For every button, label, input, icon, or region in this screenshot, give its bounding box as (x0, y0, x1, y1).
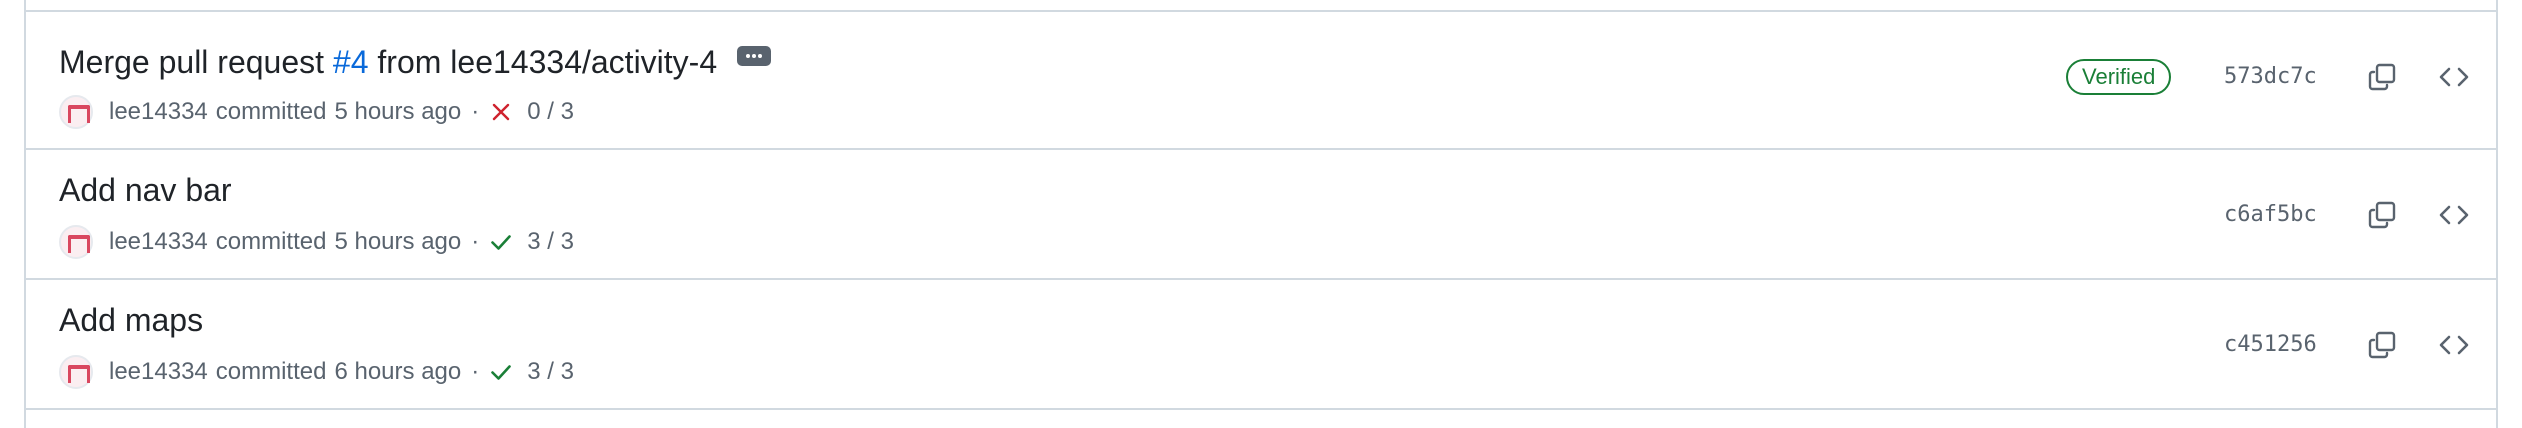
checks-count[interactable]: 0 / 3 (527, 98, 574, 126)
commit-meta: lee14334 committed 5 hours ago · 3 / 3 (59, 224, 574, 260)
commit-title-suffix[interactable]: from lee14334/activity-4 (369, 42, 717, 82)
code-icon (2439, 335, 2469, 355)
copy-sha-button[interactable] (2362, 57, 2402, 97)
commit-title-prefix[interactable]: Merge pull request (59, 42, 333, 82)
commit-title[interactable]: Add maps (59, 300, 203, 340)
commit-title[interactable]: Add nav bar (59, 170, 232, 210)
browse-files-button[interactable] (2434, 325, 2474, 365)
copy-icon (2368, 63, 2396, 91)
copy-sha-button[interactable] (2362, 195, 2402, 235)
author-link[interactable]: lee14334 (109, 228, 208, 256)
avatar[interactable] (59, 355, 93, 389)
checks-count[interactable]: 3 / 3 (527, 228, 574, 256)
commit-meta: lee14334 committed 6 hours ago · 3 / 3 (59, 354, 574, 390)
author-link[interactable]: lee14334 (109, 98, 208, 126)
commit-action: committed (215, 98, 327, 125)
pull-request-link[interactable]: #4 (333, 42, 369, 82)
verified-badge[interactable]: Verified (2066, 59, 2172, 95)
copy-icon (2368, 331, 2396, 359)
avatar[interactable] (59, 95, 93, 129)
commit-action: committed (215, 228, 327, 255)
commit-action: committed (215, 358, 327, 385)
x-icon[interactable] (489, 100, 513, 124)
commit-sha[interactable]: c451256 (2224, 330, 2317, 360)
expand-message-button[interactable] (737, 46, 772, 66)
commit-sha[interactable]: 573dc7c (2224, 62, 2317, 92)
commit-sha[interactable]: c6af5bc (2224, 200, 2317, 230)
separator: · (471, 228, 480, 255)
avatar[interactable] (59, 225, 93, 259)
browse-files-button[interactable] (2434, 57, 2474, 97)
author-link[interactable]: lee14334 (109, 358, 208, 386)
copy-sha-button[interactable] (2362, 325, 2402, 365)
separator: · (471, 358, 480, 385)
commit-row: Add maps lee14334 committed 6 hours ago … (26, 280, 2496, 410)
checks-count[interactable]: 3 / 3 (527, 358, 574, 386)
code-icon (2439, 67, 2469, 87)
commit-time: 5 hours ago (334, 98, 462, 125)
code-icon (2439, 205, 2469, 225)
copy-icon (2368, 201, 2396, 229)
commit-time: 5 hours ago (334, 228, 462, 255)
commit-time: 6 hours ago (334, 358, 462, 385)
commit-row: Add nav bar lee14334 committed 5 hours a… (26, 150, 2496, 280)
commit-list: Merge pull request #4 from lee14334/acti… (24, 0, 2498, 428)
browse-files-button[interactable] (2434, 195, 2474, 235)
commit-title[interactable]: Merge pull request #4 from lee14334/acti… (59, 42, 772, 82)
commit-meta: lee14334 committed 5 hours ago · 0 / 3 (59, 94, 574, 130)
check-icon[interactable] (489, 360, 513, 384)
commit-row: Merge pull request #4 from lee14334/acti… (26, 12, 2496, 150)
check-icon[interactable] (489, 230, 513, 254)
separator: · (471, 98, 480, 125)
